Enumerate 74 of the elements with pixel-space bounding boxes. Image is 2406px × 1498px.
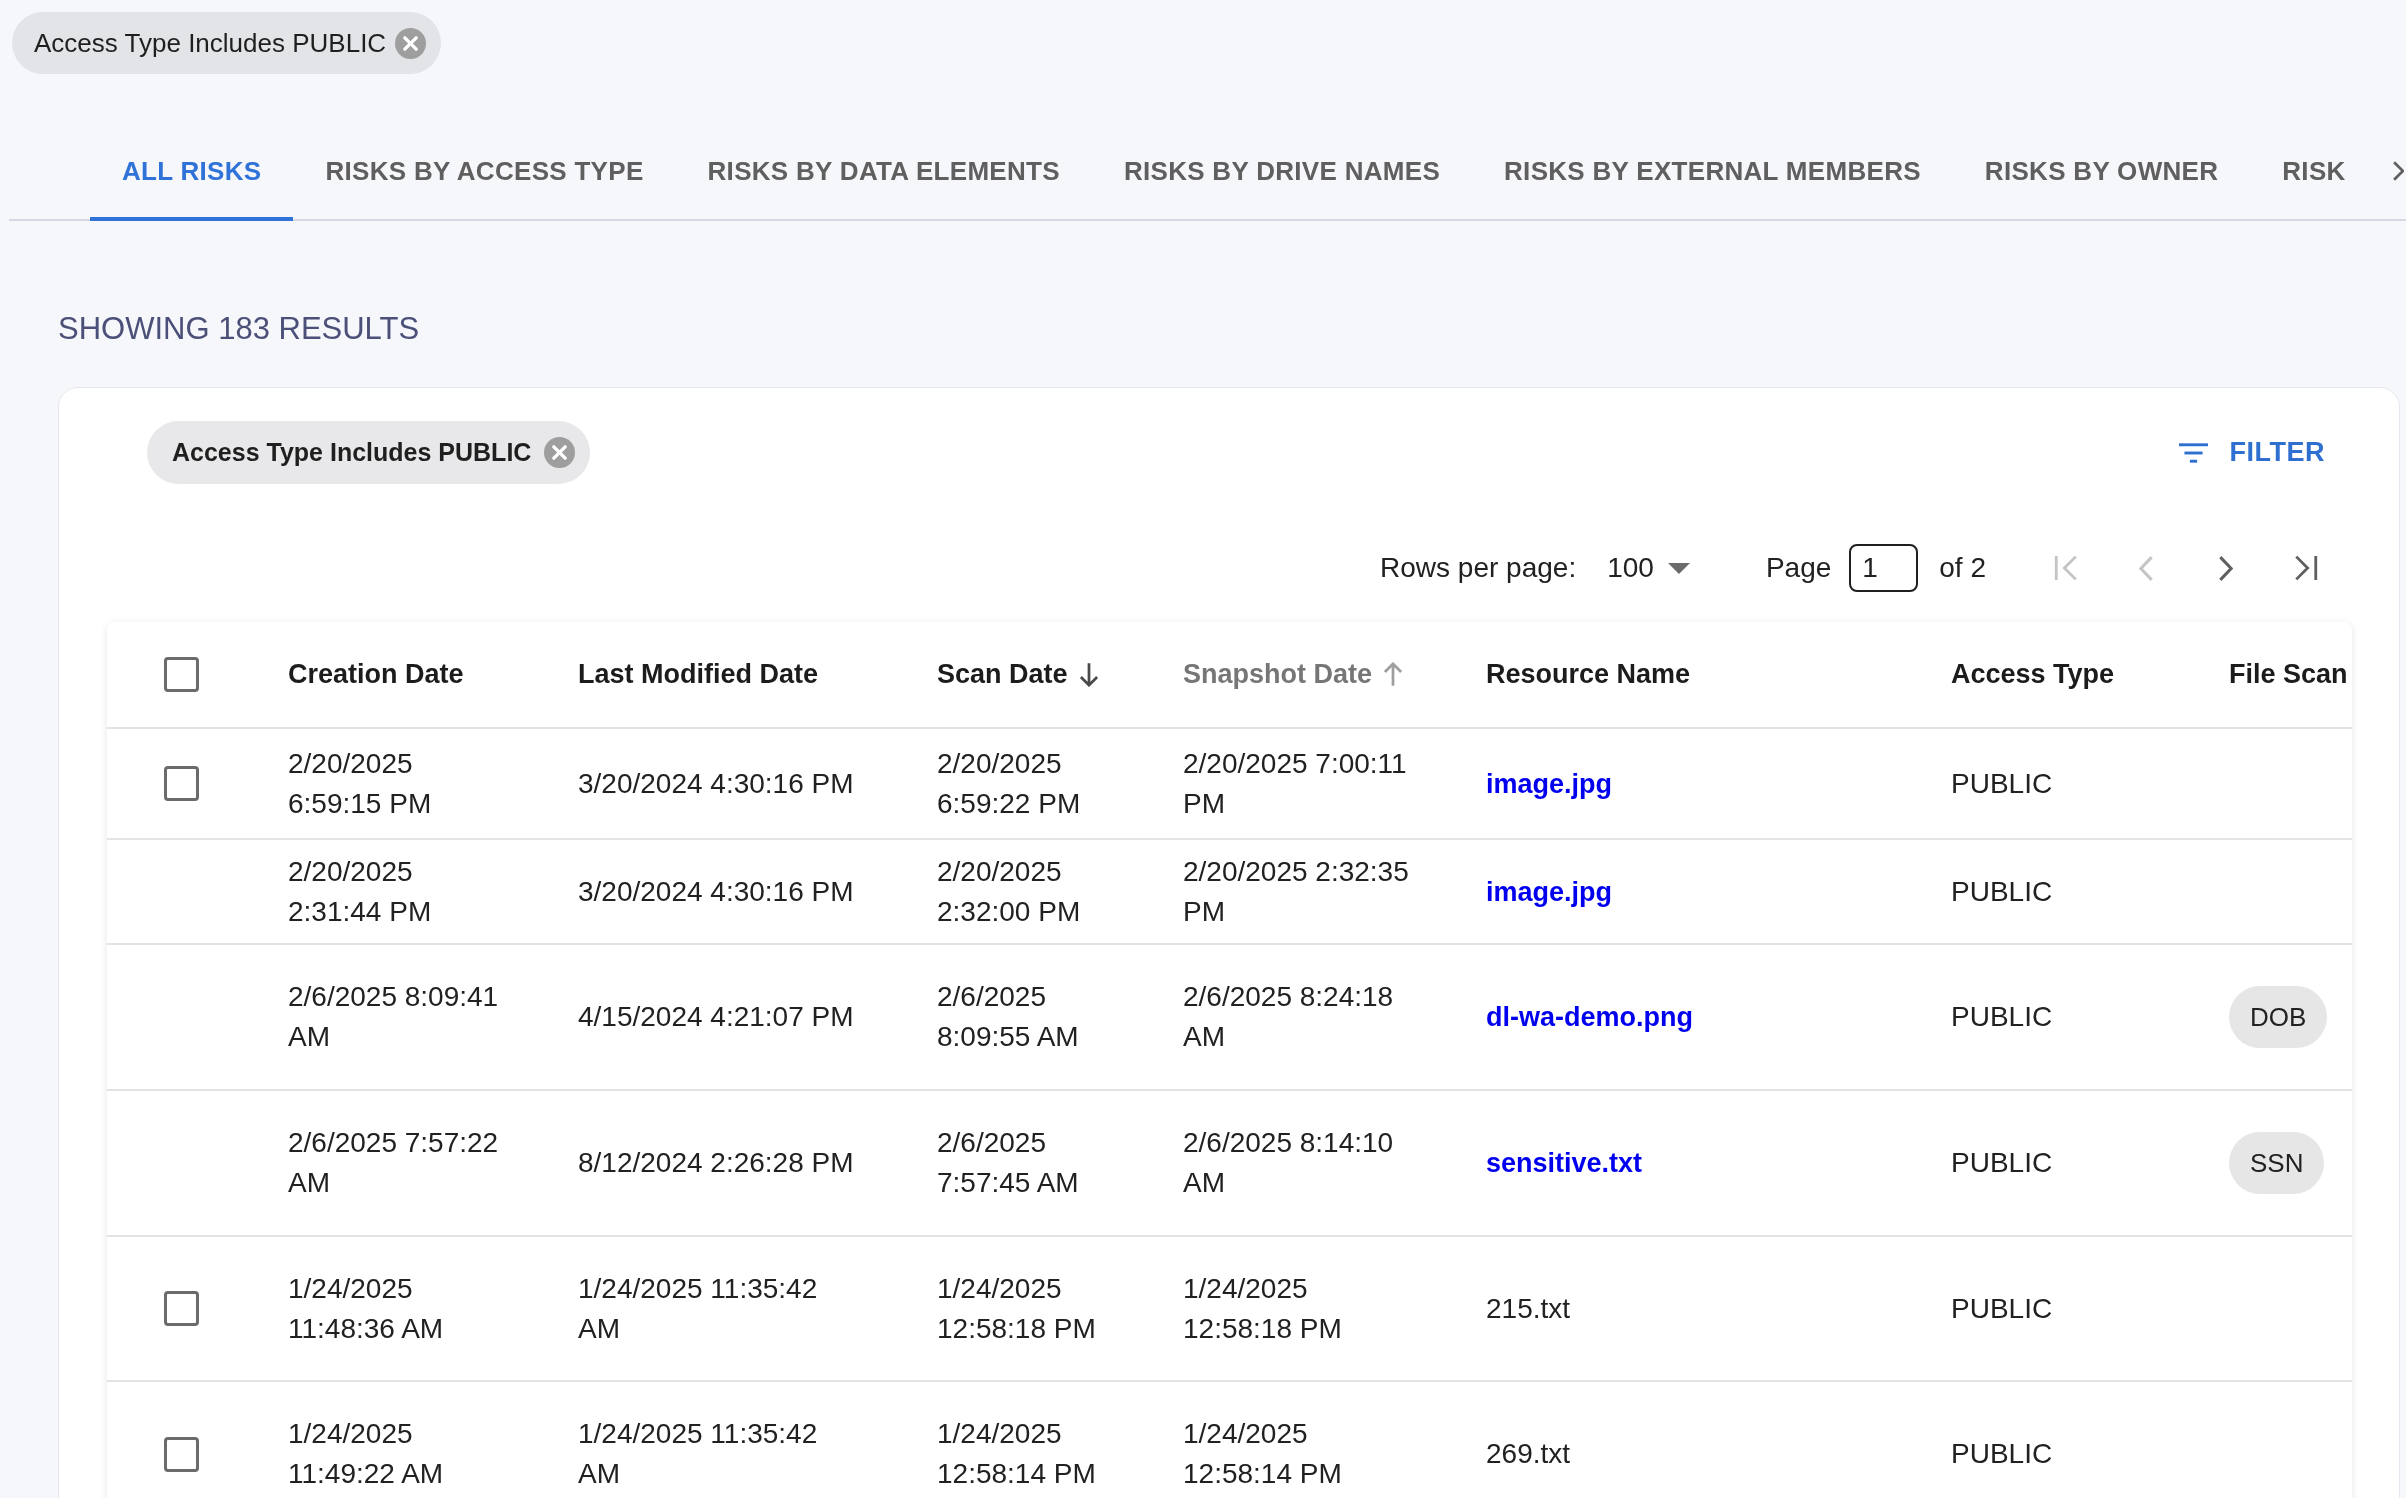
- column-header[interactable]: Snapshot Date: [1183, 654, 1404, 695]
- close-icon[interactable]: [544, 437, 576, 468]
- chevron-left-icon: [2139, 555, 2153, 581]
- resource-link[interactable]: image.jpg: [1486, 768, 1613, 799]
- results-count: SHOWING 183 RESULTS: [58, 311, 420, 346]
- tab[interactable]: RISKS BY EXTERNAL MEMBERS: [1472, 125, 1953, 221]
- first-page-icon: [2053, 555, 2079, 581]
- column-header: File Scan: [2229, 659, 2348, 690]
- table-cell: 8/12/2024 2:26:28 PM: [578, 1147, 854, 1178]
- table-cell: 1/24/2025 11:35:42 AM: [578, 1272, 818, 1344]
- table-cell: 1/24/2025 12:58:18 PM: [937, 1272, 1096, 1344]
- table-cell: 2/6/2025 8:14:10 AM: [1183, 1127, 1394, 1198]
- table-cell: 2/20/2025 2:31:44 PM: [288, 855, 432, 927]
- table-cell: 1/24/2025 12:58:14 PM: [1183, 1418, 1342, 1489]
- table-cell: 3/20/2024 4:30:16 PM: [578, 767, 854, 799]
- row-checkbox[interactable]: [164, 766, 199, 801]
- row-checkbox[interactable]: [164, 1436, 199, 1472]
- table-cell: 2/20/2025 6:59:22 PM: [937, 747, 1081, 819]
- table-cell: 269.txt: [1486, 1438, 1571, 1469]
- last-page-icon: [2293, 555, 2319, 581]
- filter-button[interactable]: FILTER: [2162, 422, 2341, 483]
- table-cell: 4/15/2024 4:21:07 PM: [578, 1001, 854, 1032]
- table-cell: PUBLIC: [1951, 1001, 2053, 1032]
- column-header: Access Type: [1951, 659, 2115, 690]
- table-cell: PUBLIC: [1951, 1147, 2053, 1178]
- table-cell: 2/6/2025 8:24:18 AM: [1183, 981, 1394, 1052]
- table-cell: 1/24/2025 11:49:22 AM: [288, 1418, 444, 1489]
- resource-link[interactable]: image.jpg: [1486, 876, 1613, 907]
- tab[interactable]: RISK: [2250, 125, 2346, 221]
- tab[interactable]: RISKS BY OWNER: [1952, 125, 2251, 221]
- chevron-right-icon[interactable]: [2393, 161, 2404, 181]
- close-icon[interactable]: [395, 27, 427, 59]
- table-cell: PUBLIC: [1951, 767, 2053, 799]
- data-element-chip: DOB: [2229, 986, 2328, 1048]
- column-header: Last Modified Date: [578, 659, 819, 690]
- table-cell: PUBLIC: [1951, 1438, 2053, 1469]
- table-cell: 2/6/2025 8:09:55 AM: [937, 981, 1079, 1052]
- resource-link[interactable]: sensitive.txt: [1486, 1148, 1643, 1178]
- tab[interactable]: ALL RISKS: [90, 125, 294, 221]
- table-cell: 2/20/2025 2:32:00 PM: [937, 855, 1081, 927]
- table-cell: PUBLIC: [1951, 1292, 2053, 1324]
- resource-link[interactable]: dl-wa-demo.png: [1486, 1002, 1693, 1032]
- table-cell: 1/24/2025 12:58:14 PM: [937, 1418, 1096, 1489]
- rows-per-page-label: Rows per page:: [1380, 551, 1577, 585]
- select-all-checkbox[interactable]: [164, 657, 199, 692]
- table-cell: 2/6/2025 7:57:45 AM: [937, 1127, 1079, 1198]
- table-cell: 2/20/2025 2:32:35 PM: [1183, 855, 1409, 927]
- table-cell: 2/6/2025 7:57:22 AM: [288, 1127, 499, 1198]
- tab[interactable]: RISKS BY DRIVE NAMES: [1091, 125, 1473, 221]
- filter-chip[interactable]: Access Type Includes PUBLIC: [147, 421, 591, 484]
- filter-icon: [2178, 442, 2208, 463]
- table-cell: 3/20/2024 4:30:16 PM: [578, 875, 854, 907]
- page-input[interactable]: 1: [1849, 544, 1919, 592]
- table-cell: 1/24/2025 12:58:18 PM: [1183, 1272, 1342, 1344]
- column-header: Resource Name: [1486, 659, 1691, 690]
- table-cell: PUBLIC: [1951, 875, 2053, 907]
- tab[interactable]: RISKS BY ACCESS TYPE: [293, 125, 676, 221]
- row-checkbox[interactable]: [164, 1291, 199, 1326]
- table-cell: 1/24/2025 11:48:36 AM: [288, 1272, 444, 1344]
- table-cell: 1/24/2025 11:35:42 AM: [578, 1418, 818, 1489]
- column-header[interactable]: Scan Date: [937, 654, 1099, 695]
- tab[interactable]: RISKS BY DATA ELEMENTS: [675, 125, 1092, 221]
- page-label: Page: [1765, 551, 1832, 585]
- table-cell: 2/6/2025 8:09:41 AM: [288, 981, 499, 1052]
- column-header: Creation Date: [288, 659, 464, 690]
- table-cell: 215.txt: [1486, 1292, 1571, 1324]
- table-cell: 2/20/2025 6:59:15 PM: [288, 747, 432, 819]
- dropdown-caret-icon: [1667, 562, 1690, 574]
- page-total-label: of 2: [1939, 551, 1986, 585]
- chevron-right-icon: [2219, 555, 2233, 581]
- filter-chip[interactable]: Access Type Includes PUBLIC: [12, 12, 442, 74]
- rows-per-page-select[interactable]: 100: [1607, 540, 1690, 596]
- table-cell: 2/20/2025 7:00:11 PM: [1183, 747, 1407, 819]
- data-element-chip: SSN: [2229, 1132, 2325, 1194]
